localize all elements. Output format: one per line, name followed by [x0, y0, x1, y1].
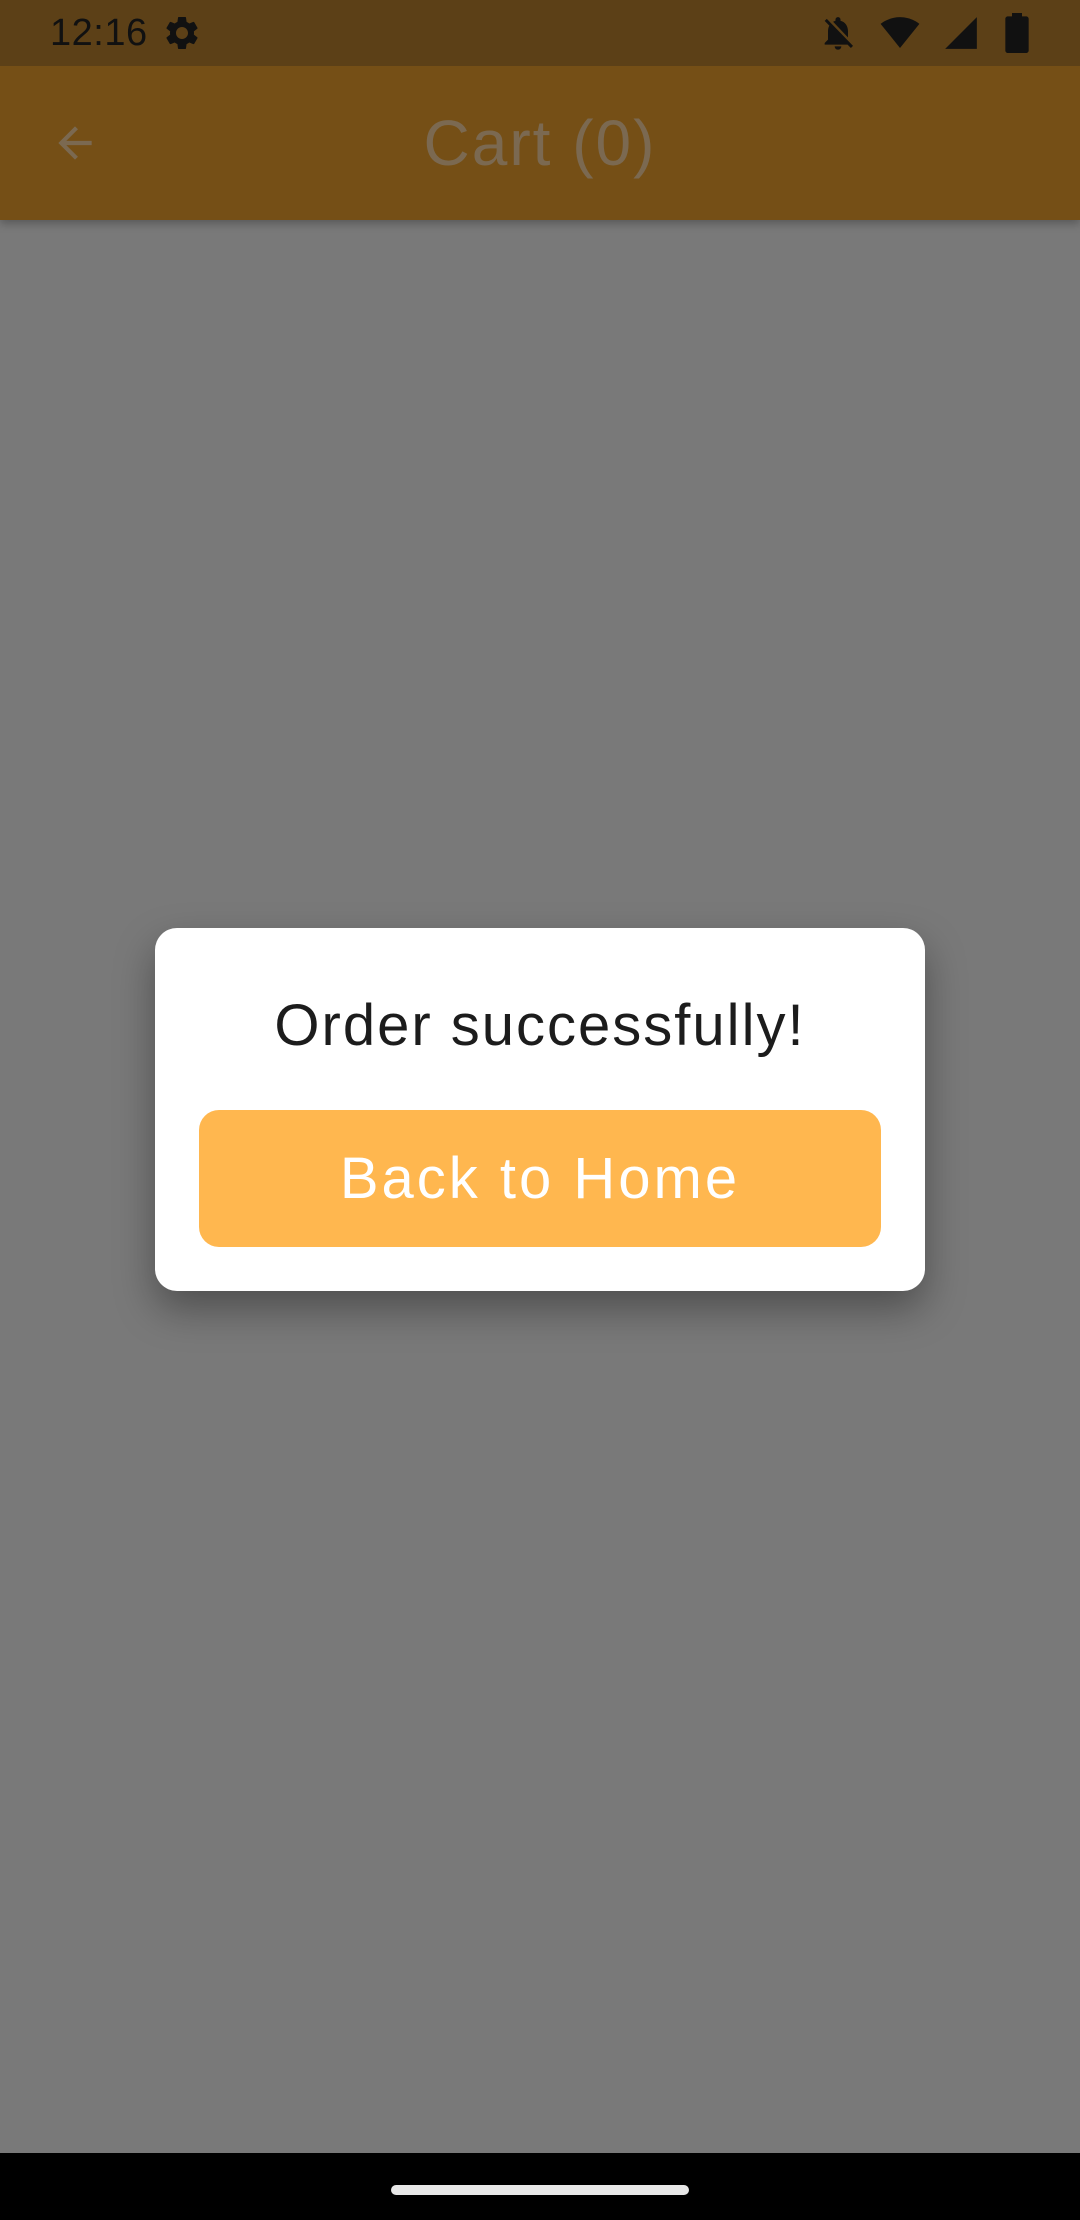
back-to-home-button[interactable]: Back to Home: [199, 1110, 881, 1247]
home-gesture-handle[interactable]: [391, 2185, 689, 2195]
navigation-bar: [0, 2153, 1080, 2220]
order-success-dialog: Order successfully! Back to Home: [155, 928, 925, 1291]
dialog-message: Order successfully!: [274, 993, 806, 1058]
screen: Cart (0) 12:16 Order successfully! Back …: [0, 0, 1080, 2220]
